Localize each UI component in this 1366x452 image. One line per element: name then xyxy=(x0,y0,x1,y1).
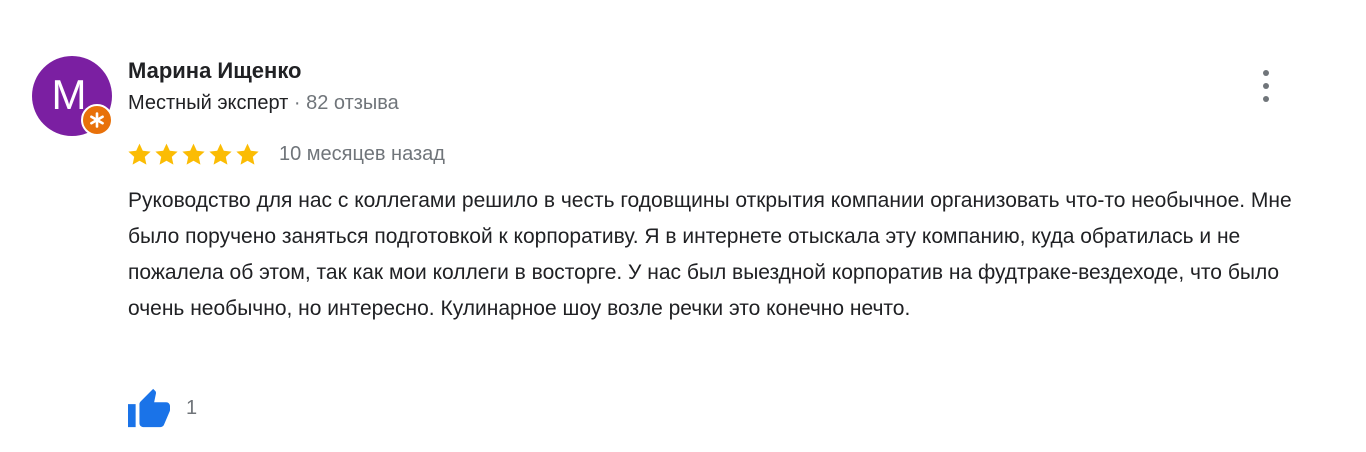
review-text: Руководство для нас с коллегами решило в… xyxy=(128,189,1292,320)
star-icon xyxy=(209,143,232,165)
star-icon xyxy=(236,143,259,165)
review-date: 10 месяцев назад xyxy=(279,142,445,165)
more-vert-icon-dot xyxy=(1263,96,1269,102)
author-name[interactable]: Марина Ищенко xyxy=(128,58,302,84)
star-rating xyxy=(126,141,261,168)
star-icon xyxy=(182,143,205,165)
author-meta: Местный эксперт · 82 отзыва xyxy=(128,92,399,115)
more-vert-icon-dot xyxy=(1263,83,1269,89)
local-expert-badge-icon xyxy=(81,104,113,136)
star-icon xyxy=(128,143,151,165)
meta-separator: · xyxy=(293,92,301,114)
more-vert-icon xyxy=(1263,70,1269,76)
rating-row: 10 месяцев назад xyxy=(126,140,445,168)
avatar-initial: M xyxy=(51,71,87,118)
like-count: 1 xyxy=(186,396,198,419)
review-card: M Марина Ищенко Местный эксперт · 82 отз… xyxy=(0,0,1366,452)
asterisk-icon xyxy=(90,112,104,128)
more-options-button[interactable] xyxy=(1250,68,1282,104)
like-row: 1 xyxy=(126,386,197,430)
thumbs-up-icon xyxy=(128,388,170,428)
author-badge-label: Местный эксперт xyxy=(128,92,289,114)
like-button[interactable] xyxy=(126,386,174,430)
star-icon xyxy=(155,143,178,165)
author-reviews-count[interactable]: 82 отзыва xyxy=(306,92,399,114)
